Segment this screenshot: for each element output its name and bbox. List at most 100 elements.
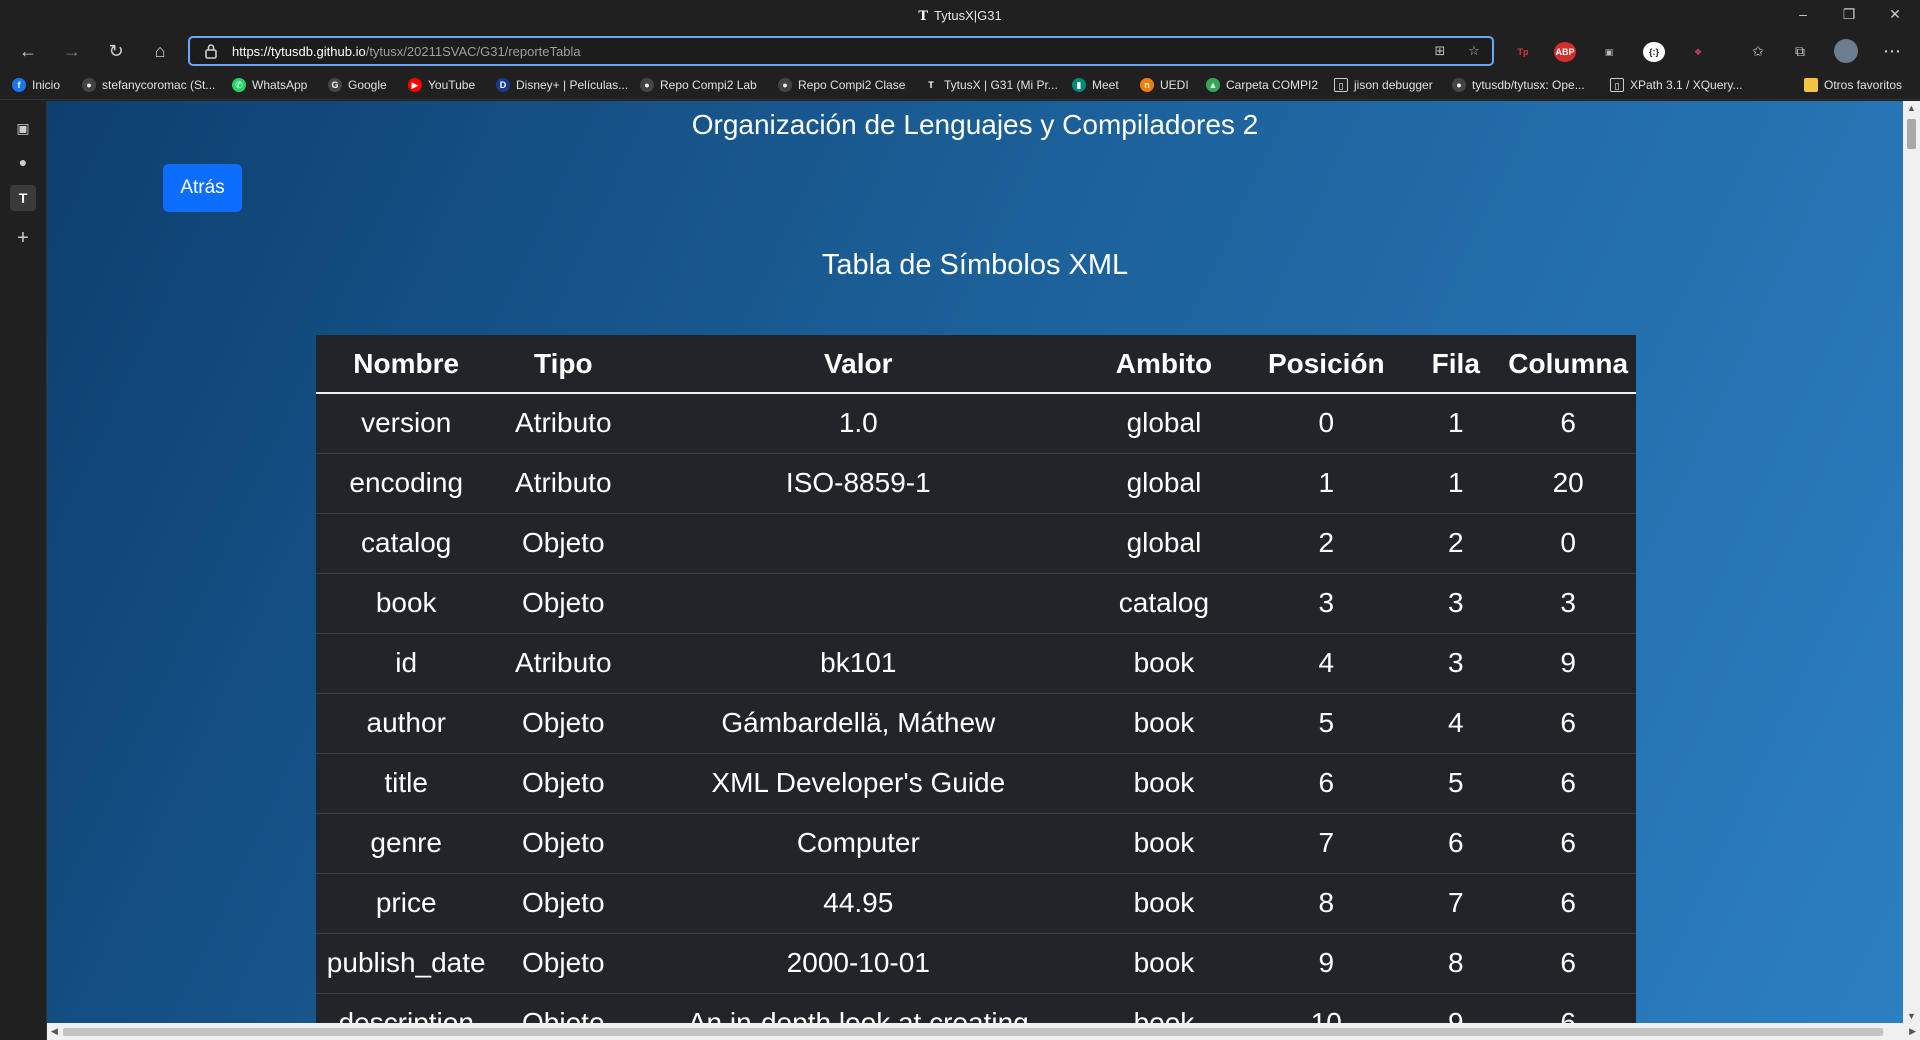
cell-valor: 1.0: [630, 393, 1087, 454]
bookmark-label: YouTube: [428, 78, 476, 92]
cell-valor: Gámbardellä, Máthew: [630, 693, 1087, 754]
bookmark-repo-compi2-lab[interactable]: ● Repo Compi2 Lab: [640, 76, 757, 94]
bookmark-carpeta-compi2[interactable]: ▲ Carpeta COMPI2: [1206, 76, 1318, 94]
github-icon: ●: [82, 78, 96, 92]
page-icon: ▯: [1334, 78, 1348, 92]
bookmark-xpath[interactable]: ▯ XPath 3.1 / XQuery...: [1610, 76, 1743, 94]
extension-icon[interactable]: ▣: [1598, 42, 1620, 62]
cell-fila: 9: [1411, 993, 1501, 1023]
bookmarks-bar: f Inicio ● stefanycoromac (St... ✆ WhatsApp…: [0, 68, 1920, 100]
bookmark-tytusx-g31[interactable]: T TytusX | G31 (Mi Pr...: [924, 76, 1058, 94]
horizontal-scrollbar[interactable]: ◀ ▶: [47, 1023, 1920, 1040]
tp-extension-icon[interactable]: Tp: [1512, 42, 1534, 62]
column-header-nombre: Nombre: [316, 335, 497, 394]
bookmark-label: tytusdb/tytusx: Ope...: [1472, 78, 1585, 92]
vertical-scroll-thumb[interactable]: [1907, 119, 1916, 149]
forward-arrow-icon[interactable]: →: [58, 38, 86, 64]
bookmark-uedi[interactable]: n UEDI: [1140, 76, 1189, 94]
page-heading: Organización de Lenguajes y Compiladores…: [691, 109, 1259, 140]
restore-button[interactable]: ❐: [1826, 0, 1872, 28]
cell-posicion: 3: [1241, 573, 1412, 634]
bookmark-label: stefanycoromac (St...: [102, 78, 216, 92]
adblock-plus-icon[interactable]: ABP: [1554, 42, 1576, 62]
cell-columna: 3: [1500, 573, 1636, 634]
page-content: Organización de Lenguajes y Compiladores…: [47, 101, 1903, 1023]
cell-posicion: 1: [1241, 453, 1412, 514]
tab-actions-icon[interactable]: ▣: [10, 115, 36, 141]
other-favorites-label: Otros favoritos: [1824, 78, 1903, 92]
cell-tipo: Objeto: [496, 693, 631, 754]
cell-tipo: Objeto: [496, 813, 631, 874]
add-icon[interactable]: +: [10, 225, 36, 251]
bookmark-label: Inicio: [32, 78, 61, 92]
page-icon: ▯: [1610, 78, 1624, 92]
column-header-posicion: Posición: [1241, 335, 1412, 394]
horizontal-scroll-thumb[interactable]: [63, 1028, 1883, 1036]
table-row: author Objeto Gámbardellä, Máthew book 5…: [316, 693, 1636, 754]
apps-grid-icon[interactable]: ⊞: [1430, 43, 1450, 61]
add-favorite-icon[interactable]: ☆: [1464, 43, 1484, 61]
bookmark-stefanycoromac[interactable]: ● stefanycoromac (St...: [82, 76, 215, 94]
reload-icon[interactable]: ↻: [102, 38, 130, 64]
cell-tipo: Atributo: [496, 453, 631, 514]
cell-tipo: Objeto: [496, 573, 631, 634]
address-bar[interactable]: https://tytusdb.github.io/tytusx/20211SV…: [188, 36, 1494, 66]
cell-nombre: title: [316, 753, 497, 814]
cell-tipo: Atributo: [496, 393, 631, 454]
bookmark-jison-debugger[interactable]: ▯ jison debugger: [1334, 76, 1433, 94]
cell-ambito: global: [1086, 393, 1242, 454]
profile-avatar[interactable]: [1834, 39, 1858, 63]
home-icon[interactable]: ⌂: [146, 38, 174, 64]
cell-fila: 5: [1411, 753, 1501, 814]
table-row: encoding Atributo ISO-8859-1 global 1 1 …: [316, 453, 1636, 514]
vertical-scrollbar[interactable]: ▲ ▼: [1903, 101, 1920, 1023]
bookmark-tytusdb-tytusx[interactable]: ● tytusdb/tytusx: Ope...: [1452, 76, 1585, 94]
scroll-down-arrow-icon[interactable]: ▼: [1907, 1011, 1916, 1021]
bookmark-label: Meet: [1092, 78, 1119, 92]
table-row: publish_date Objeto 2000-10-01 book 9 8 …: [316, 933, 1636, 994]
back-arrow-icon[interactable]: ←: [14, 38, 42, 64]
folder-icon: [1804, 78, 1818, 92]
tytusx-sidebar-icon[interactable]: T: [10, 185, 36, 211]
puzzle-extension-icon[interactable]: ❖: [1687, 42, 1709, 62]
favorites-icon[interactable]: ✩: [1744, 38, 1772, 64]
cell-valor: 2000-10-01: [630, 933, 1087, 994]
bookmark-repo-compi2-clase[interactable]: ● Repo Compi2 Clase: [778, 76, 905, 94]
cell-valor: XML Developer's Guide: [630, 753, 1087, 814]
scroll-left-arrow-icon[interactable]: ◀: [51, 1026, 58, 1037]
cell-fila: 2: [1411, 513, 1501, 574]
cell-columna: 20: [1500, 453, 1636, 514]
scroll-right-arrow-icon[interactable]: ▶: [1909, 1026, 1916, 1037]
back-button[interactable]: Atrás: [163, 164, 242, 212]
more-menu-icon[interactable]: ⋯: [1878, 38, 1906, 64]
bookmark-whatsapp[interactable]: ✆ WhatsApp: [232, 76, 307, 94]
cell-columna: 6: [1500, 933, 1636, 994]
bookmark-inicio[interactable]: f Inicio: [12, 76, 60, 94]
table-row: title Objeto XML Developer's Guide book …: [316, 753, 1636, 814]
bookmark-youtube[interactable]: ▶ YouTube: [408, 76, 475, 94]
cell-ambito: global: [1086, 453, 1242, 514]
bookmark-google[interactable]: G Google: [328, 76, 387, 94]
other-favorites[interactable]: Otros favoritos: [1804, 76, 1902, 94]
cell-fila: 1: [1411, 453, 1501, 514]
bookmark-meet[interactable]: ▮ Meet: [1072, 76, 1119, 94]
cell-valor: Computer: [630, 813, 1087, 874]
scroll-up-arrow-icon[interactable]: ▲: [1907, 103, 1916, 113]
table-row: genre Objeto Computer book 7 6 6: [316, 813, 1636, 874]
github-icon[interactable]: ●: [10, 149, 36, 175]
title-bar: T TytusX|G31 – ❐ ✕: [0, 0, 1920, 34]
column-header-ambito: Ambito: [1086, 335, 1242, 394]
cell-nombre: version: [316, 393, 497, 454]
close-button[interactable]: ✕: [1872, 0, 1918, 28]
minimize-button[interactable]: –: [1780, 0, 1826, 28]
cell-nombre: price: [316, 873, 497, 934]
cell-valor: ISO-8859-1: [630, 453, 1087, 514]
collections-icon[interactable]: ⧉: [1786, 38, 1814, 64]
bookmark-disney[interactable]: D Disney+ | Películas...: [496, 76, 628, 94]
puzzle-extension-label: ❖: [1693, 47, 1703, 57]
cell-valor: An in-depth look at creating: [630, 993, 1087, 1023]
code-extension-icon[interactable]: {:}: [1643, 42, 1665, 62]
bookmark-label: UEDI: [1160, 78, 1189, 92]
cell-posicion: 8: [1241, 873, 1412, 934]
cell-tipo: Objeto: [496, 993, 631, 1023]
